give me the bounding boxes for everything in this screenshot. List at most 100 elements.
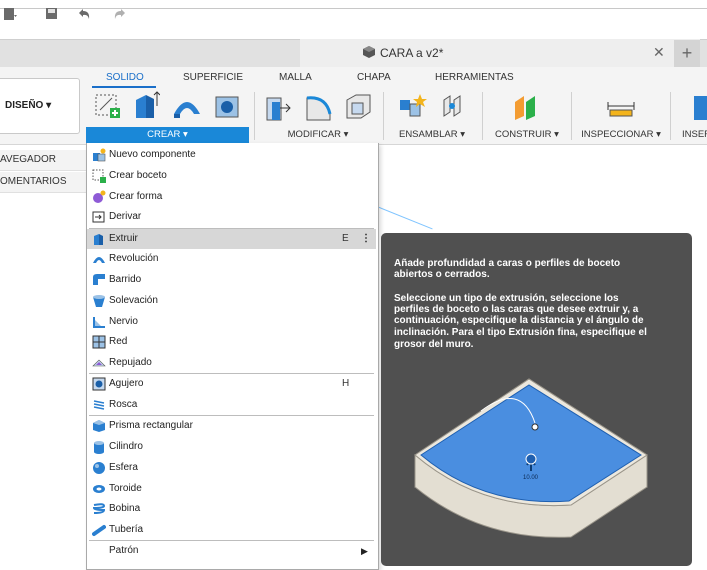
tab-herramientas[interactable]: HERRAMIENTAS [435,72,514,83]
menu-item-shortcut: H [342,378,350,389]
cylinder-icon [92,440,106,454]
fillet-tool-icon[interactable] [304,92,332,121]
extrude-tool-icon[interactable] [132,90,161,118]
browser-panel [0,150,86,569]
tab-chapa[interactable]: CHAPA [357,72,391,83]
menu-item-create-form[interactable]: Crear forma [87,187,376,207]
tab-malla[interactable]: MALLA [279,72,312,83]
menu-item-label: Agujero [109,378,144,389]
extrude-tooltip: Añade profundidad a caras o perfiles de … [381,233,692,566]
menu-item-label: Rosca [109,399,138,410]
document-title: CARA a v2* [380,46,444,60]
menu-item-label: Nuevo componente [109,149,196,160]
measure-tool-icon[interactable] [606,94,635,122]
crear-group-button[interactable]: CREAR ▾ [86,127,249,143]
menu-item-label: Crear boceto [109,170,167,181]
torus-icon [92,482,106,496]
menu-item-label: Nervio [109,316,138,327]
insertar-group-button[interactable]: INSER [682,128,707,142]
ensamblar-group-button[interactable]: ENSAMBLAR ▾ [388,128,476,142]
sweep-icon [92,273,106,287]
menu-item-loft[interactable]: Solevación [87,291,376,311]
menu-item-hole[interactable]: Agujero H [87,374,376,394]
construir-group-button[interactable]: CONSTRUIR ▾ [488,128,566,142]
active-tab-indicator [92,86,156,88]
menu-item-label: Extruir [109,233,138,244]
document-cube-icon [362,45,376,59]
menu-item-derive[interactable]: Derivar [87,207,376,227]
new-component-tool-icon[interactable] [398,92,427,120]
menu-item-pattern[interactable]: Patrón ▶ [87,541,376,561]
revolve-tool-icon[interactable] [172,94,200,122]
tooltip-heading-line: Añade profundidad a caras o perfiles de … [394,258,621,269]
workspace-switcher[interactable]: DISEÑO ▾ [0,78,80,134]
extrude-icon [92,232,106,246]
menu-item-extrude[interactable]: Extruir E ⋮ [87,229,376,249]
sphere-icon [92,461,106,475]
menu-item-coil[interactable]: Bobina [87,499,376,519]
menu-item-label: Toroide [109,483,142,494]
menu-item-torus[interactable]: Toroide [87,479,376,499]
offset-plane-tool-icon[interactable] [512,92,540,120]
canvas-sketch-line [376,206,433,230]
box-icon [92,419,106,433]
menu-item-create-sketch[interactable]: Crear boceto [87,166,376,186]
ribbon-separator [254,92,255,140]
menu-item-label: Bobina [109,503,141,514]
pipe-icon [92,523,106,537]
create-form-icon [92,190,106,204]
hole-icon [92,377,106,391]
redo-icon[interactable] [112,6,128,22]
revolve-icon [92,252,106,266]
menu-item-pipe[interactable]: Tubería [87,520,376,540]
ribbon-separator [383,92,384,140]
tooltip-body-line: perfiles de boceto o las caras que desee… [394,304,639,315]
menu-item-sweep[interactable]: Barrido [87,270,376,290]
create-dropdown-menu: Nuevo componente Crear boceto Crear form… [86,143,379,570]
menu-item-web[interactable]: Red [87,332,376,352]
menu-item-rib[interactable]: Nervio [87,312,376,332]
tooltip-heading-line: abiertos o cerrados. [394,269,490,280]
menu-item-box[interactable]: Prisma rectangular [87,416,376,436]
ribbon-separator [571,92,572,140]
browser-comments-item[interactable]: OMENTARIOS [0,172,86,193]
tab-solido[interactable]: SOLIDO [106,72,144,83]
press-pull-tool-icon[interactable] [264,92,292,121]
menu-item-label: Patrón [109,545,139,556]
menu-item-new-component[interactable]: Nuevo componente [87,145,376,165]
menu-item-revolve[interactable]: Revolución [87,249,376,269]
menu-item-thread[interactable]: Rosca [87,395,376,415]
menu-item-cylinder[interactable]: Cilindro [87,437,376,457]
loft-icon [92,294,106,308]
tooltip-body-line: grosor del muro. [394,339,474,350]
hole-tool-icon[interactable] [214,92,242,120]
save-icon[interactable] [44,6,60,22]
menu-item-label: Tubería [109,524,144,535]
rib-icon [92,315,106,329]
menu-item-label: Derivar [109,211,142,222]
modificar-group-button[interactable]: MODIFICAR ▾ [258,128,378,142]
new-tab-icon[interactable]: + [674,40,700,67]
menu-item-shortcut: E [342,233,349,244]
browser-navigator-item[interactable]: AVEGADOR [0,150,86,171]
menu-item-emboss[interactable]: Repujado [87,353,376,373]
tab-superficie[interactable]: SUPERFICIE [183,72,243,83]
shell-tool-icon[interactable] [344,92,372,120]
menu-item-label: Red [109,336,128,347]
more-options-icon[interactable]: ⋮ [361,229,371,249]
preview-dimension-label: 10.00 [523,475,539,481]
insert-tool-icon[interactable] [694,92,707,120]
close-tab-icon[interactable]: ✕ [653,44,665,61]
document-tab[interactable] [300,39,700,67]
web-icon [92,335,106,349]
joint-tool-icon[interactable] [440,92,468,120]
inspeccionar-group-button[interactable]: INSPECCIONAR ▾ [578,128,664,142]
menu-item-label: Crear forma [109,191,163,202]
coil-icon [92,502,106,516]
create-sketch-tool-icon[interactable] [94,92,122,120]
tooltip-body-line: continuación, especifique la distancia y… [394,315,644,326]
menu-item-sphere[interactable]: Esfera [87,458,376,478]
undo-icon[interactable] [76,6,92,22]
ribbon-separator [482,92,483,140]
file-menu-icon[interactable] [2,6,18,22]
